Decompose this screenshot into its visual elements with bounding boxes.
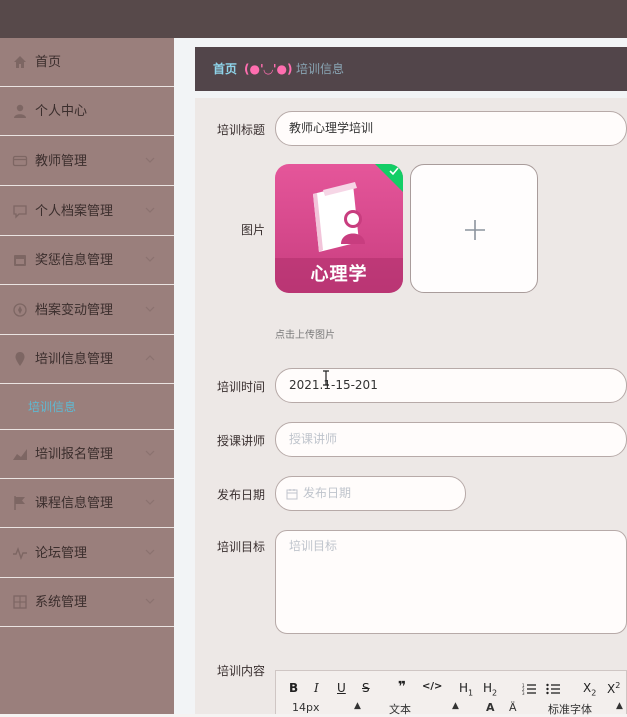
sidebar-item-signup[interactable]: 培训报名管理 xyxy=(0,430,174,479)
ordered-list-icon[interactable]: 123 xyxy=(522,683,536,695)
content-label: 培训内容 xyxy=(216,664,265,678)
sidebar-item-label: 课程信息管理 xyxy=(35,496,114,511)
chevron-updown-icon: ▲ xyxy=(452,701,459,711)
chevron-down-icon xyxy=(145,499,155,505)
breadcrumb-home-link[interactable]: 首页 xyxy=(213,47,237,91)
chevron-down-icon xyxy=(145,256,155,262)
success-check-icon xyxy=(375,164,403,192)
publish-date-placeholder: 发布日期 xyxy=(303,486,352,500)
calendar-icon xyxy=(286,489,298,500)
sidebar-item-label: 个人档案管理 xyxy=(35,204,114,219)
time-label: 培训时间 xyxy=(216,380,265,394)
grid-icon xyxy=(13,595,27,609)
card-icon xyxy=(12,155,28,167)
sidebar-item-label: 个人中心 xyxy=(35,104,88,119)
calendar-icon xyxy=(14,255,26,266)
uploaded-image[interactable]: 心理学 xyxy=(275,164,403,293)
sidebar-item-label: 教师管理 xyxy=(35,154,88,169)
italic-button[interactable]: I xyxy=(314,681,319,695)
goal-label: 培训目标 xyxy=(216,540,265,554)
heading2-button[interactable]: H2 xyxy=(483,681,497,697)
flag-icon xyxy=(14,496,25,510)
underline-button[interactable]: U xyxy=(337,681,346,695)
blockquote-button[interactable]: ❞ xyxy=(398,679,406,695)
pulse-icon xyxy=(13,546,27,561)
upload-image-button[interactable] xyxy=(410,164,538,293)
publish-date-input[interactable]: 发布日期 xyxy=(275,476,466,511)
bold-button[interactable]: B xyxy=(289,681,298,695)
image-label: 图片 xyxy=(240,223,265,237)
code-block-button[interactable]: </> xyxy=(422,681,442,692)
sidebar-item-label: 论坛管理 xyxy=(35,546,88,561)
sidebar-item-training[interactable]: 培训信息管理 xyxy=(0,335,174,384)
plus-icon xyxy=(465,220,485,240)
chevron-down-icon xyxy=(145,598,155,604)
home-icon xyxy=(14,56,26,68)
sidebar-item-teacher[interactable]: 教师管理 xyxy=(0,137,174,186)
sidebar-item-profile-center[interactable]: 个人中心 xyxy=(0,87,174,136)
sidebar-item-system[interactable]: 系统管理 xyxy=(0,578,174,627)
sidebar-subitem-training-info[interactable]: 培训信息 xyxy=(0,384,174,430)
svg-text:3: 3 xyxy=(522,691,525,695)
sidebar-item-label: 奖惩信息管理 xyxy=(35,253,114,268)
sidebar-item-forum[interactable]: 论坛管理 xyxy=(0,529,174,578)
bullet-list-icon[interactable] xyxy=(546,683,560,695)
text-cursor-icon xyxy=(323,370,329,386)
teacher-label: 授课讲师 xyxy=(216,434,265,448)
sidebar-item-label: 档案变动管理 xyxy=(35,303,114,318)
top-bar xyxy=(0,0,627,38)
user-icon xyxy=(14,104,26,118)
compass-icon xyxy=(13,303,27,317)
chevron-updown-icon: ▲ xyxy=(616,701,623,711)
sidebar-item-reward[interactable]: 奖惩信息管理 xyxy=(0,236,174,285)
sidebar-item-archive-change[interactable]: 档案变动管理 xyxy=(0,286,174,335)
sidebar-item-label: 培训报名管理 xyxy=(35,447,114,462)
image-caption: 心理学 xyxy=(310,264,368,285)
chevron-down-icon xyxy=(145,157,155,163)
chevron-up-icon xyxy=(145,355,155,361)
breadcrumb: 首页 (●'◡'●) 培训信息 xyxy=(195,47,627,91)
breadcrumb-emoji: (●'◡'●) xyxy=(244,62,293,76)
strikethrough-button[interactable]: S xyxy=(362,681,370,695)
sidebar-item-label: 首页 xyxy=(35,55,62,70)
publish-date-label: 发布日期 xyxy=(216,488,265,502)
sidebar-subitem-label: 培训信息 xyxy=(28,400,77,414)
font-color-button[interactable]: A xyxy=(486,701,495,714)
chat-icon xyxy=(13,205,27,219)
heading1-button[interactable]: H1 xyxy=(459,681,473,697)
sidebar-item-label: 系统管理 xyxy=(35,595,88,610)
chevron-down-icon xyxy=(145,549,155,555)
superscript-button[interactable]: X2 xyxy=(607,681,620,696)
paragraph-select[interactable]: 文本 xyxy=(389,701,411,717)
sidebar-item-archive[interactable]: 个人档案管理 xyxy=(0,187,174,236)
sidebar-item-course[interactable]: 课程信息管理 xyxy=(0,479,174,528)
sidebar: 首页 个人中心 教师管理 个人档案管理 奖惩信息管理 档案变动管理 培训信息管理… xyxy=(0,38,174,714)
background-color-button[interactable]: Ä xyxy=(509,701,517,714)
subscript-button[interactable]: X2 xyxy=(583,681,596,697)
chevron-down-icon xyxy=(145,207,155,213)
chevron-updown-icon: ▲ xyxy=(354,701,361,711)
teacher-input[interactable]: 授课讲师 xyxy=(275,422,627,457)
title-input[interactable]: 教师心理学培训 xyxy=(275,111,627,146)
font-family-select[interactable]: 标准字体 xyxy=(548,701,592,717)
title-label: 培训标题 xyxy=(216,123,265,137)
chart-icon xyxy=(13,449,27,460)
sidebar-item-label: 培训信息管理 xyxy=(35,352,114,367)
goal-textarea[interactable]: 培训目标 xyxy=(275,530,627,634)
upload-hint: 点击上传图片 xyxy=(275,330,335,341)
chevron-down-icon xyxy=(145,306,155,312)
pin-icon xyxy=(15,352,25,366)
font-size-select[interactable]: 14px xyxy=(292,701,320,714)
chevron-down-icon xyxy=(145,450,155,456)
rich-text-editor-toolbar: B I U S ❞ </> H1 H2 123 X2 X2 14px ▲ 文本 … xyxy=(275,670,627,717)
breadcrumb-current: 培训信息 xyxy=(296,62,345,76)
sidebar-item-home[interactable]: 首页 xyxy=(0,38,174,87)
